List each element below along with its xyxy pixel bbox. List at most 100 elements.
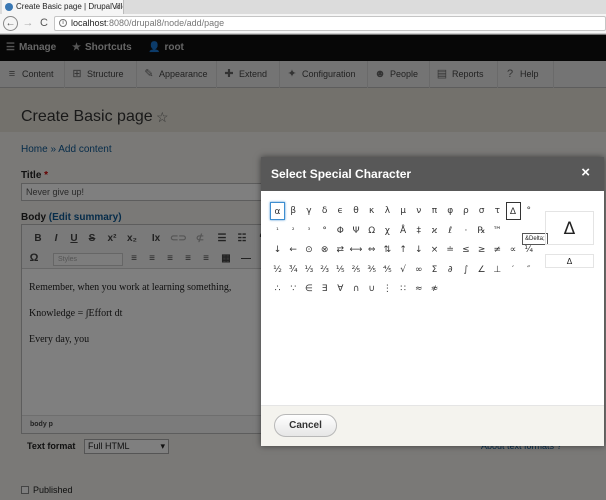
address-bar[interactable]: i localhost:8080/drupal8/node/add/page	[54, 16, 606, 31]
character-cell[interactable]: κ	[364, 202, 379, 220]
character-row: ½ ¾ ⅓ ⅔ ⅕ ⅖ ⅗ ⅘ √ ∞ Σ ∂ ∫ ∠ ⊥ ′ ″	[270, 261, 540, 280]
character-cell[interactable]: ∝	[506, 241, 521, 259]
character-cell[interactable]: Δ	[505, 202, 521, 220]
character-cell[interactable]: ⅔	[317, 261, 332, 279]
character-cell[interactable]: ∫	[458, 261, 473, 279]
character-cell[interactable]: ↓	[270, 241, 285, 259]
character-cell[interactable]: σ	[474, 202, 489, 220]
character-cell[interactable]: χ	[380, 222, 395, 240]
character-cell[interactable]: Ω	[364, 222, 379, 240]
character-cell[interactable]: ≐	[443, 241, 458, 259]
character-cell[interactable]: γ	[301, 202, 316, 220]
character-cell[interactable]: °	[521, 202, 536, 220]
character-cell[interactable]: ϰ	[427, 222, 442, 240]
character-cell[interactable]: ϵ	[333, 202, 348, 220]
character-cell[interactable]: ∀	[333, 280, 348, 298]
character-cell[interactable]: ⟷	[349, 241, 364, 259]
character-cell[interactable]: ℓ	[443, 222, 458, 240]
character-cell[interactable]: ν	[411, 202, 426, 220]
character-preview: Δ	[545, 211, 594, 245]
cancel-button[interactable]: Cancel	[274, 414, 337, 437]
character-cell[interactable]: ≥	[474, 241, 489, 259]
character-cell[interactable]: √	[396, 261, 411, 279]
reload-button[interactable]: C	[37, 16, 51, 31]
character-cell[interactable]: ∃	[317, 280, 332, 298]
character-cell[interactable]: ⇅	[380, 241, 395, 259]
character-cell[interactable]: μ	[396, 202, 411, 220]
character-cell[interactable]: ⅗	[364, 261, 379, 279]
character-cell[interactable]: ²	[286, 222, 301, 240]
character-cell[interactable]: ⊗	[317, 241, 332, 259]
character-cell[interactable]: ′	[506, 261, 521, 279]
info-icon[interactable]: i	[59, 19, 67, 27]
character-cell[interactable]: ∩	[349, 280, 364, 298]
character-cell[interactable]: ⅘	[380, 261, 395, 279]
character-cell[interactable]: φ	[443, 202, 458, 220]
character-cell[interactable]: ⋮	[380, 280, 395, 298]
dialog-body: α β γ δ ϵ θ κ λ μ ν π φ ρ σ τ Δ ° ¹ ² ³ ° Φ Ψ Ωχ Å ‡ ϰ ℓ · ℞ ™ ↓ ← ⊙ ⊗ ⇄ ⟷ ⇔ ⇅…	[261, 191, 604, 405]
character-cell[interactable]: ⇔	[364, 241, 379, 259]
dialog-header: Select Special Character ×	[261, 157, 604, 191]
character-cell[interactable]: ∂	[443, 261, 458, 279]
dialog-title: Select Special Character	[271, 167, 412, 181]
character-cell[interactable]: δ	[317, 202, 332, 220]
character-cell[interactable]: ∞	[411, 261, 426, 279]
character-cell[interactable]: θ	[349, 202, 364, 220]
character-cell[interactable]: ‡	[411, 222, 426, 240]
character-cell[interactable]: ≠	[490, 241, 505, 259]
character-cell[interactable]: β	[286, 202, 301, 220]
character-cell[interactable]: ½	[270, 261, 285, 279]
character-cell[interactable]: ″	[521, 261, 536, 279]
character-cell[interactable]: ™	[490, 222, 505, 240]
character-cell[interactable]: π	[427, 202, 442, 220]
character-cell[interactable]: ↑	[396, 241, 411, 259]
character-cell[interactable]: ⊥	[490, 261, 505, 279]
character-cell[interactable]: Ψ	[349, 222, 364, 240]
character-cell[interactable]: ³	[301, 222, 316, 240]
character-cell[interactable]: ∷	[396, 280, 411, 298]
character-cell[interactable]: ⊙	[301, 241, 316, 259]
special-character-dialog: Select Special Character × αβγδϵθκλμνπφρ…	[261, 157, 604, 446]
character-cell[interactable]: Σ	[427, 261, 442, 279]
character-cell[interactable]: °	[317, 222, 332, 240]
character-tooltip: &Delta;	[522, 233, 548, 245]
close-icon[interactable]: ×	[581, 164, 590, 181]
character-cell[interactable]: ∠	[474, 261, 489, 279]
character-cell[interactable]: ∪	[364, 280, 379, 298]
character-cell[interactable]: ∈	[301, 280, 316, 298]
character-cell[interactable]: ⅓	[301, 261, 316, 279]
tab-close-icon[interactable]: ×	[115, 0, 120, 14]
character-cell[interactable]: ¾	[286, 261, 301, 279]
forward-button[interactable]: →	[21, 16, 35, 31]
browser-tabbar: Create Basic page | DrupalVille ×	[0, 0, 606, 14]
character-cell[interactable]: ·	[458, 222, 473, 240]
character-cell[interactable]: α	[270, 202, 285, 220]
character-row: ∴ ∵ ∈ ∃ ∀ ∩ ∪ ⋮ ∷ ≈ ≉	[270, 280, 540, 299]
url-host: localhost	[71, 18, 107, 28]
dialog-footer: Cancel	[261, 405, 604, 446]
character-cell[interactable]: ↓	[411, 241, 426, 259]
character-cell[interactable]: ≈	[411, 280, 426, 298]
character-row: ¹ ² ³ ° Φ Ψ Ωχ Å ‡ ϰ ℓ · ℞ ™	[270, 222, 540, 241]
character-code-preview: Δ	[545, 254, 594, 268]
character-cell[interactable]: ←	[286, 241, 301, 259]
back-button[interactable]: ←	[3, 16, 18, 31]
character-cell[interactable]: ×	[427, 241, 442, 259]
character-cell[interactable]: ℞	[474, 222, 489, 240]
character-cell[interactable]: ≤	[458, 241, 473, 259]
character-cell[interactable]: ⅖	[349, 261, 364, 279]
character-cell[interactable]: ¹	[270, 222, 285, 240]
character-cell[interactable]: ⅕	[333, 261, 348, 279]
character-cell[interactable]: ρ	[458, 202, 473, 220]
character-cell[interactable]: Φ	[333, 222, 348, 240]
character-cell[interactable]: ∴	[270, 280, 285, 298]
character-cell[interactable]: ⇄	[333, 241, 348, 259]
character-cell[interactable]: τ	[490, 202, 505, 220]
character-cell[interactable]: ∵	[286, 280, 301, 298]
character-cell[interactable]: ≉	[427, 280, 442, 298]
character-cell[interactable]: λ	[380, 202, 395, 220]
character-cell[interactable]: Å	[396, 222, 411, 240]
browser-tab[interactable]: Create Basic page | DrupalVille ×	[2, 0, 124, 14]
tab-title: Create Basic page | DrupalVille	[16, 2, 124, 11]
browser-navbar: ← → C i localhost:8080/drupal8/node/add/p…	[0, 14, 606, 34]
